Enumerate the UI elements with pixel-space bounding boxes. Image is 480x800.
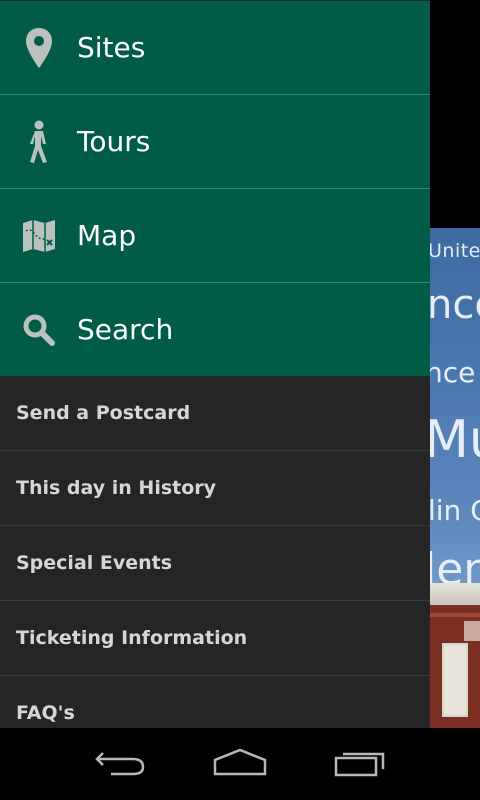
- drawer-item-map[interactable]: Map: [0, 189, 430, 282]
- background-hero-banner: Unitec ncc nce Mu lin C len: [430, 228, 480, 728]
- recent-apps-button[interactable]: [300, 728, 420, 800]
- drawer-item-label: Send a Postcard: [16, 402, 191, 424]
- drawer-item-tours[interactable]: Tours: [0, 95, 430, 188]
- background-app-content: Unitec ncc nce Mu lin C len: [430, 0, 480, 728]
- drawer-item-faqs[interactable]: FAQ's: [0, 676, 430, 728]
- drawer-item-label: This day in History: [16, 477, 217, 499]
- drawer-item-label: Tours: [77, 125, 151, 158]
- background-text-line: lin C: [430, 494, 480, 527]
- folded-map-icon: [0, 219, 77, 253]
- drawer-item-label: Ticketing Information: [16, 627, 248, 649]
- back-icon: [93, 747, 147, 781]
- drawer-item-label: Search: [77, 313, 174, 346]
- walking-person-icon: [0, 120, 77, 164]
- back-button[interactable]: [60, 728, 180, 800]
- drawer-item-send-postcard[interactable]: Send a Postcard: [0, 376, 430, 450]
- system-navigation-bar: [0, 728, 480, 800]
- map-pin-icon: [0, 27, 77, 69]
- navigation-drawer: Sites Tours Map Search Send a Postcard T…: [0, 0, 430, 728]
- home-icon: [212, 747, 268, 781]
- drawer-item-label: FAQ's: [16, 702, 75, 724]
- drawer-item-label: Map: [77, 219, 137, 252]
- drawer-item-this-day-in-history[interactable]: This day in History: [0, 451, 430, 525]
- background-text-line: Unitec: [430, 240, 480, 262]
- drawer-item-ticketing-information[interactable]: Ticketing Information: [0, 601, 430, 675]
- drawer-item-search[interactable]: Search: [0, 283, 430, 376]
- drawer-item-sites[interactable]: Sites: [0, 1, 430, 94]
- building-photo: [430, 583, 480, 728]
- home-button[interactable]: [180, 728, 300, 800]
- drawer-item-label: Special Events: [16, 552, 173, 574]
- drawer-item-label: Sites: [77, 31, 146, 64]
- background-text-line: nce: [430, 356, 476, 389]
- background-text-line: ncc: [430, 282, 480, 328]
- drawer-item-special-events[interactable]: Special Events: [0, 526, 430, 600]
- search-icon: [0, 313, 77, 347]
- recent-apps-icon: [333, 747, 387, 781]
- background-text-line: Mu: [430, 410, 480, 470]
